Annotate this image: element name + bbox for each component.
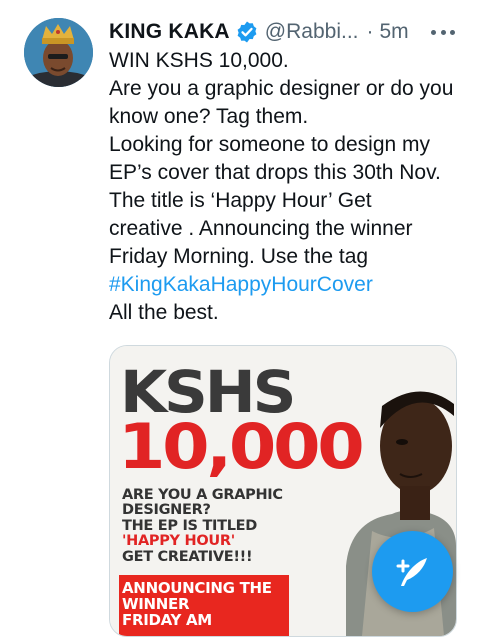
tweet-line: Looking for someone to design my [109,133,431,156]
tweet-line: know one? Tag them. [109,105,309,128]
verified-badge-icon [237,21,257,43]
author-handle[interactable]: @Rabbi... [265,20,359,44]
tweet-line: Friday Morning. Use the tag [109,245,369,268]
poster-amount: 10,000 [118,410,365,483]
compose-tweet-icon [396,557,427,586]
poster-banner-line: FRIDAY AM [122,611,212,629]
poster-line: 'HAPPY HOUR' [122,533,235,549]
tweet-line: WIN KSHS 10,000. [109,49,289,72]
author-avatar[interactable] [24,18,93,87]
tweet-line: creative . Announcing the winner [109,217,413,240]
separator-dot: · [366,20,374,43]
poster-line: GET CREATIVE!!! [122,549,253,565]
poster-banner: ANNOUNCING THE WINNER FRIDAY AM [119,575,289,636]
more-options-icon[interactable] [431,22,455,42]
hashtag-link[interactable]: #KingKakaHappyHourCover [109,271,464,299]
author-name[interactable]: KING KAKA [109,20,230,44]
tweet-header: KING KAKA @Rabbi... · 5m [109,17,469,47]
poster-line: ARE YOU A GRAPHIC [122,487,283,503]
compose-tweet-button[interactable] [372,531,453,612]
tweet-line: All the best. [109,301,219,324]
poster-line: THE EP IS TITLED [122,518,258,534]
tweet-text: WIN KSHS 10,000. Are you a graphic desig… [109,47,464,327]
tweet-line: The title is ‘Happy Hour’ Get [109,189,372,212]
tweet-line: Are you a graphic designer or do you [109,77,454,100]
avatar-image [24,18,93,87]
poster-line: DESIGNER? [122,502,211,518]
tweet-timestamp[interactable]: 5m [380,20,409,44]
tweet-line: EP’s cover that drops this 30th Nov. [109,161,441,184]
